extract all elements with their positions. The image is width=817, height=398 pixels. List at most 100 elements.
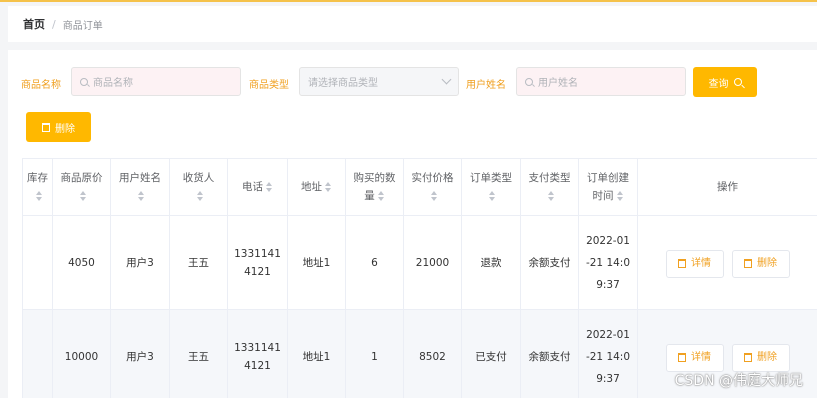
search-button[interactable]: 查询 [693,67,757,97]
col-created-time[interactable]: 订单创建 时间 [578,158,638,216]
cell-address: 地址1 [287,215,346,310]
cell-original-price: 10000 [52,309,111,398]
col-phone-label: 电话 [242,181,263,193]
col-order-type[interactable]: 订单类型 [461,158,521,216]
col-order-type-label: 订单类型 [470,172,512,184]
time-line-3: 9:37 [596,372,620,385]
sort-icon[interactable] [616,191,624,201]
time-line-3: 9:37 [596,278,620,291]
breadcrumb: 首页 / 商品订单 [8,6,817,42]
cell-order-type: 退款 [461,215,521,310]
breadcrumb-separator: / [52,17,56,31]
cell-address: 地址1 [287,309,346,398]
document-icon [678,353,686,362]
cell-paid-price: 21000 [403,215,462,310]
time-line-2: -21 14:0 [585,350,631,363]
sort-icon[interactable] [430,191,438,201]
col-original-price[interactable]: 商品原价 [52,158,111,216]
delete-button-label: 删除 [757,257,777,269]
cell-created-time: 2022-01 -21 14:0 9:37 [578,215,638,310]
cell-user-name: 用户3 [110,309,170,398]
cell-stock [22,215,53,310]
col-quantity-label: 购买的数 [353,172,396,184]
col-paid-price-label: 实付价格 [411,172,454,184]
main-panel: 商品名称 商品名称 商品类型 请选择商品类型 用户姓名 用户姓名 查询 删除 库… [8,50,817,398]
detail-button[interactable]: 详情 [665,343,724,372]
cell-stock [22,309,53,398]
cell-phone: 1331141 4121 [227,215,288,310]
product-name-input[interactable]: 商品名称 [71,67,241,96]
user-name-label: 用户姓名 [466,80,506,91]
table-header-row: 库存 商品原价 用户姓名 收货人 电话 地址 购买的数量 实付价格 订单类型 支… [22,158,817,216]
col-quantity[interactable]: 购买的数量 [345,158,404,216]
user-name-input[interactable]: 用户姓名 [516,67,686,96]
breadcrumb-current: 商品订单 [62,20,103,32]
product-name-placeholder: 商品名称 [93,78,133,89]
col-quantity-label-2: 量 [364,190,375,202]
cell-pay-type: 余额支付 [520,309,579,398]
col-paid-price[interactable]: 实付价格 [403,158,462,216]
cell-phone: 1331141 4121 [227,309,288,398]
col-phone[interactable]: 电话 [227,158,288,216]
col-original-price-label: 商品原价 [60,172,103,184]
col-pay-type-label: 支付类型 [528,172,571,184]
product-type-label: 商品类型 [249,80,289,91]
sort-icon[interactable] [196,191,204,201]
sort-icon[interactable] [266,182,273,192]
col-receiver[interactable]: 收货人 [169,158,228,216]
trash-icon [744,259,752,268]
delete-button[interactable]: 删除 [731,343,790,372]
col-actions: 操作 [637,158,817,216]
product-name-label: 商品名称 [21,80,61,91]
cell-actions: 详情 删除 [637,215,817,310]
sort-icon[interactable] [325,182,332,192]
sort-icon[interactable] [35,191,43,201]
detail-button-label: 详情 [691,351,711,363]
col-stock[interactable]: 库存 [22,158,53,216]
search-icon [733,78,742,86]
col-user-name-label: 用户姓名 [119,172,161,184]
delete-button[interactable]: 删除 [731,249,790,278]
col-address[interactable]: 地址 [287,158,346,216]
table-row: 4050 用户3 王五 1331141 4121 地址1 6 21000 退款 余… [22,215,817,310]
cell-receiver: 王五 [169,215,228,310]
detail-button[interactable]: 详情 [665,249,724,278]
orders-table: 库存 商品原价 用户姓名 收货人 电话 地址 购买的数量 实付价格 订单类型 支… [22,158,817,398]
col-user-name[interactable]: 用户姓名 [110,158,170,216]
sort-icon[interactable] [547,191,555,201]
cell-original-price: 4050 [52,215,111,310]
time-line-1: 2022-01 [586,328,630,341]
watermark: CSDN @伟庭大师兄 [674,373,803,389]
sort-icon[interactable] [377,191,385,201]
sort-icon[interactable] [489,191,496,201]
col-actions-label: 操作 [717,181,738,193]
col-created-time-label: 订单创建 [587,172,629,184]
col-address-label: 地址 [301,181,322,193]
sort-icon[interactable] [79,191,87,201]
search-icon [80,77,88,86]
cell-pay-type: 余额支付 [520,215,579,310]
product-type-select[interactable]: 请选择商品类型 [299,67,459,96]
time-line-2: -21 14:0 [585,256,631,269]
time-line-1: 2022-01 [586,234,630,247]
col-pay-type[interactable]: 支付类型 [520,158,579,216]
cell-receiver: 王五 [169,309,228,398]
cell-quantity: 6 [345,215,404,310]
trash-icon [42,122,50,132]
batch-delete-button[interactable]: 删除 [26,112,91,142]
delete-button-label: 删除 [757,351,777,363]
cell-created-time: 2022-01 -21 14:0 9:37 [578,309,638,398]
product-type-placeholder: 请选择商品类型 [308,78,378,89]
cell-order-type: 已支付 [461,309,521,398]
phone-line-2: 4121 [244,359,271,372]
sort-icon[interactable] [138,191,145,201]
search-button-label: 查询 [708,78,729,90]
phone-line-1: 1331141 [234,341,281,354]
phone-line-1: 1331141 [234,247,281,260]
detail-button-label: 详情 [691,257,711,269]
col-stock-label: 库存 [27,172,48,184]
breadcrumb-home[interactable]: 首页 [23,16,45,32]
phone-line-2: 4121 [244,265,271,278]
cell-paid-price: 8502 [403,309,462,398]
cell-quantity: 1 [345,309,404,398]
